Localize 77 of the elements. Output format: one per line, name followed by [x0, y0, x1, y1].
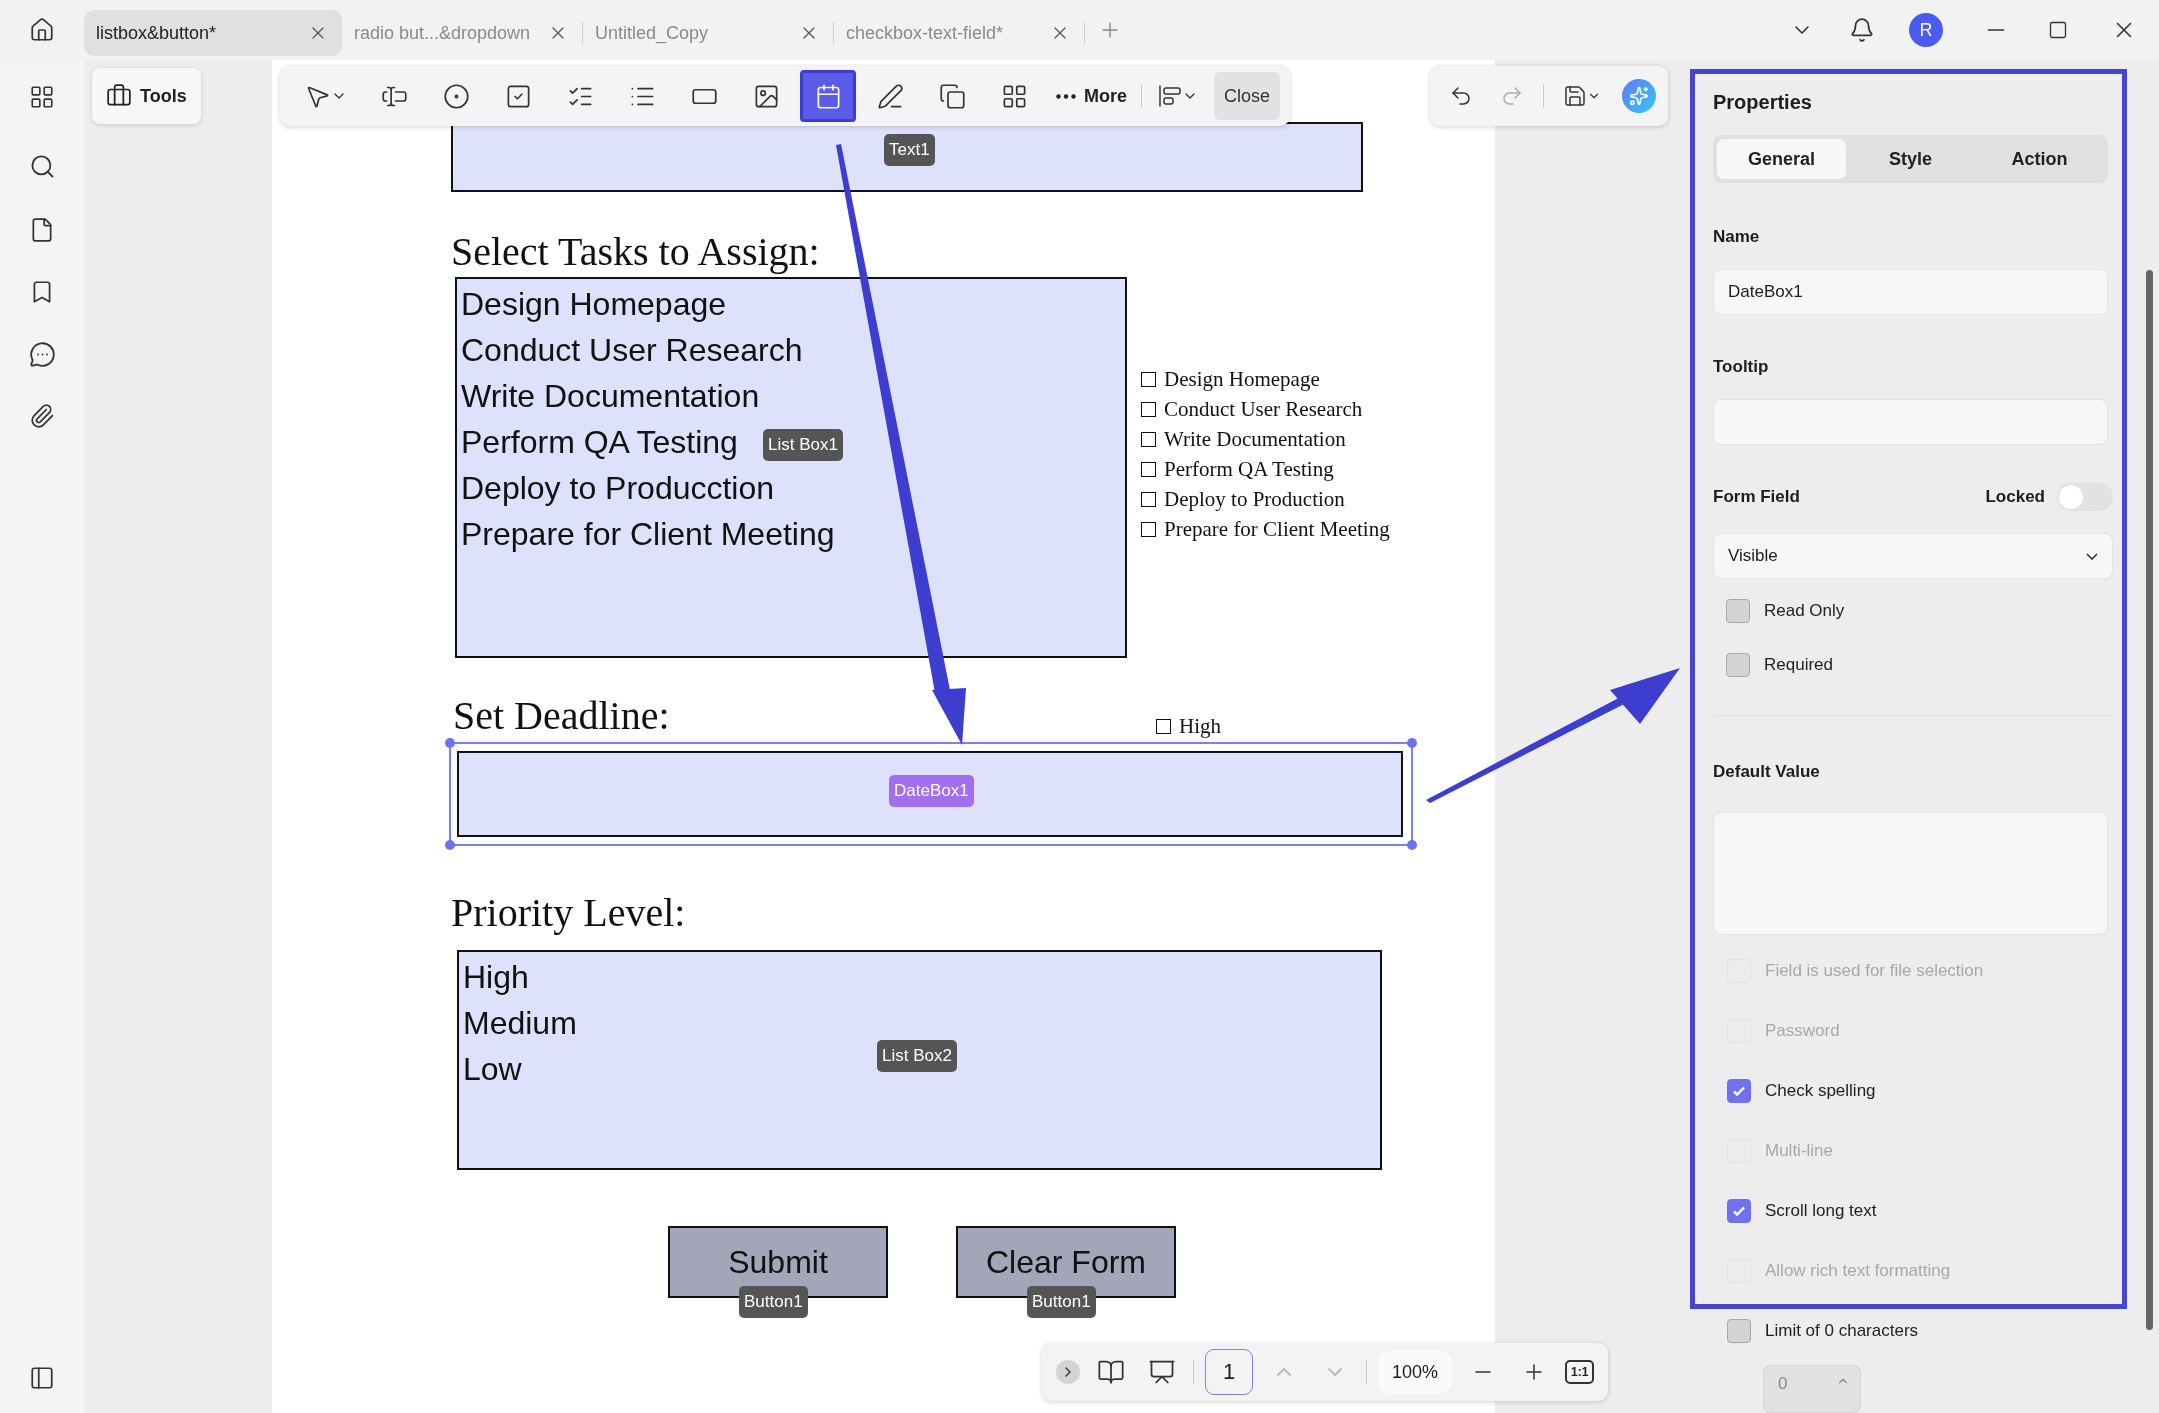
field-badge: List Box2 — [877, 1040, 957, 1073]
field-badge: List Box1 — [763, 429, 843, 462]
resize-handle[interactable] — [1407, 738, 1417, 748]
checkbox[interactable] — [1141, 462, 1156, 477]
chevron-right-icon[interactable] — [1056, 1360, 1080, 1384]
checkbox-label: High — [1179, 714, 1221, 739]
name-field[interactable]: DateBox1 — [1713, 269, 2108, 316]
checkbox-label: Required — [1764, 655, 1833, 676]
checkbox[interactable] — [1141, 372, 1156, 387]
list-item[interactable]: High — [463, 954, 529, 1000]
panel-tab[interactable]: General — [1717, 139, 1846, 179]
panel-title: Properties — [1713, 91, 1813, 114]
tools-button[interactable]: Tools — [92, 68, 201, 124]
checkbox[interactable] — [1156, 719, 1171, 734]
checkbox[interactable] — [1727, 1078, 1751, 1103]
checkbox-label: Field is used for file selection — [1765, 960, 1984, 981]
section-heading: Set Deadline: — [453, 692, 670, 739]
chevron-down-icon — [2086, 552, 2098, 560]
list-item[interactable]: Conduct User Research — [461, 327, 803, 373]
resize-handle[interactable] — [445, 840, 455, 850]
resize-handle[interactable] — [1407, 840, 1417, 850]
checkbox-label: Deploy to Production — [1164, 487, 1345, 512]
avatar[interactable]: R — [1909, 13, 1943, 47]
close-button[interactable]: Close — [1214, 72, 1281, 120]
list-item[interactable]: Medium — [463, 1000, 577, 1046]
field-label: Default Value — [1713, 762, 1821, 783]
field-label: Tooltip — [1713, 357, 1770, 378]
checkbox[interactable] — [1726, 653, 1750, 678]
briefcase-icon — [106, 83, 132, 109]
checkbox-label: Write Documentation — [1164, 427, 1346, 452]
field-badge: Button1 — [1027, 1286, 1096, 1319]
page-number-field[interactable]: 1 — [1205, 1349, 1253, 1395]
checkbox[interactable] — [1727, 1318, 1751, 1343]
toggle-label: Locked — [1985, 487, 2045, 508]
checkbox-label: Design Homepage — [1164, 367, 1320, 392]
list-item[interactable]: Prepare for Client Meeting — [461, 511, 835, 557]
checkbox-label: Password — [1765, 1020, 1840, 1041]
scrollbar[interactable] — [2146, 270, 2153, 1330]
list-item[interactable]: Low — [463, 1046, 522, 1092]
checkbox[interactable] — [1141, 432, 1156, 447]
field-label: Name — [1713, 227, 1761, 247]
more-button[interactable]: More — [1048, 70, 1135, 122]
checkbox-label: Multi-line — [1765, 1140, 1834, 1161]
field-badge: DateBox1 — [889, 775, 974, 808]
list-item[interactable]: Design Homepage — [461, 281, 727, 327]
section-heading: Priority Level: — [451, 889, 687, 936]
list-item[interactable]: Write Documentation — [461, 373, 760, 419]
checkbox-label: Perform QA Testing — [1164, 457, 1334, 482]
checkbox[interactable] — [1727, 1198, 1751, 1223]
checkbox[interactable] — [1141, 402, 1156, 417]
more-icon — [1056, 93, 1076, 99]
field-badge: Text1 — [884, 134, 935, 167]
checkbox-label: Limit of 0 characters — [1765, 1320, 1919, 1341]
checkbox-label: Allow rich text formatting — [1765, 1260, 1951, 1281]
actual-size-button[interactable]: 1:1 — [1565, 1360, 1595, 1384]
checkbox-label: Check spelling — [1765, 1080, 1876, 1101]
zoom-field[interactable]: 100% — [1378, 1351, 1453, 1393]
checkbox[interactable] — [1726, 599, 1750, 624]
checkbox[interactable] — [1141, 522, 1156, 537]
section-heading: Select Tasks to Assign: — [451, 228, 821, 275]
checkbox-label: Scroll long text — [1765, 1200, 1877, 1221]
toggle[interactable] — [2057, 483, 2113, 512]
checkbox-label: Conduct User Research — [1164, 397, 1363, 422]
field-badge: Button1 — [739, 1286, 808, 1319]
visibility-dropdown[interactable]: Visible — [1713, 533, 2113, 580]
field-label: Form Field — [1713, 487, 1800, 508]
checkbox-label: Prepare for Client Meeting — [1164, 517, 1390, 542]
list-item[interactable]: Perform QA Testing — [461, 419, 738, 465]
checkbox[interactable] — [1141, 492, 1156, 507]
resize-handle[interactable] — [445, 738, 455, 748]
checkbox-label: Read Only — [1764, 601, 1845, 622]
calendar-icon[interactable] — [800, 70, 856, 122]
panel-tab[interactable]: Style — [1846, 139, 1975, 179]
document-tab[interactable]: listbox&button* — [84, 10, 342, 56]
panel-tab[interactable]: Action — [1975, 139, 2104, 179]
selection-outline[interactable] — [449, 742, 1413, 846]
list-item[interactable]: Deploy to Producction — [461, 465, 775, 511]
